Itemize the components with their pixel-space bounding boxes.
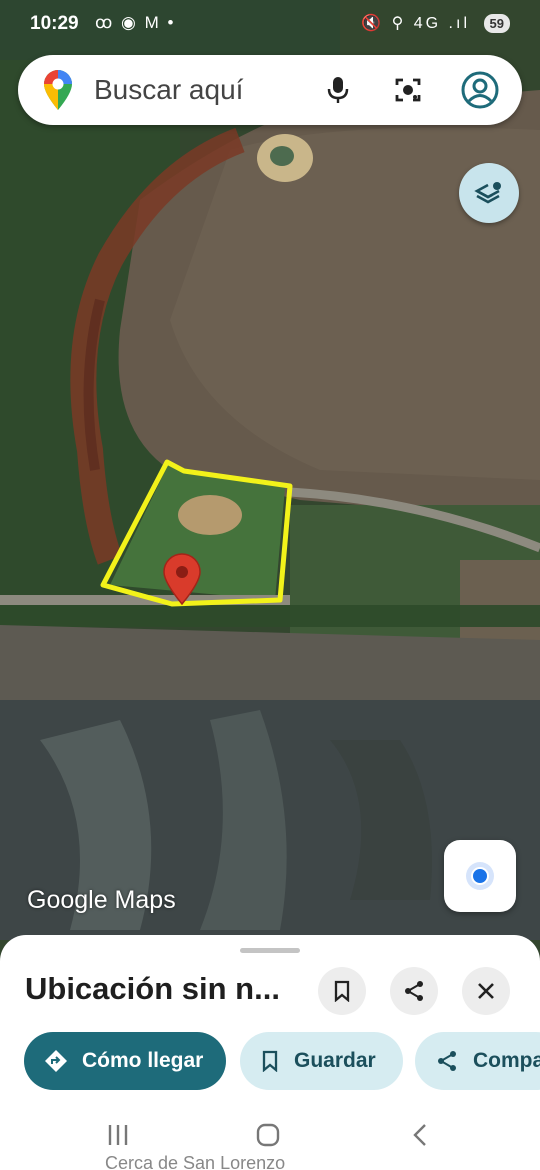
save-button[interactable]: Guardar: [240, 1032, 403, 1090]
save-place-button[interactable]: [318, 967, 366, 1015]
search-bar[interactable]: Buscar aquí: [18, 55, 522, 125]
share-place-button[interactable]: [390, 967, 438, 1015]
place-title: Ubicación sin n...: [25, 971, 280, 1006]
system-status-icons: 🔇 ⚲ 4G .ıl: [361, 15, 470, 32]
recent-apps-icon[interactable]: [88, 1117, 148, 1153]
close-icon: [478, 983, 494, 999]
bookmark-icon: [334, 980, 350, 1002]
directions-label: Cómo llegar: [82, 1049, 204, 1072]
save-label: Guardar: [294, 1049, 376, 1072]
directions-button[interactable]: Cómo llegar: [24, 1032, 226, 1090]
google-maps-pin-icon: [44, 70, 72, 110]
layers-button[interactable]: [459, 163, 519, 223]
sheet-drag-handle[interactable]: [240, 948, 300, 953]
notification-icons: ꝏ ◉ M •: [95, 13, 176, 32]
google-maps-watermark: Google Maps: [27, 886, 176, 914]
close-sheet-button[interactable]: [462, 967, 510, 1015]
bookmark-icon: [260, 1050, 280, 1072]
account-icon[interactable]: [458, 68, 502, 112]
share-button[interactable]: Compa: [415, 1032, 540, 1090]
battery-level: 59: [483, 14, 510, 33]
directions-icon: [44, 1049, 68, 1073]
home-icon[interactable]: [238, 1117, 298, 1153]
my-location-button[interactable]: [444, 840, 516, 912]
status-bar: 10:29 ꝏ ◉ M • 🔇 ⚲ 4G .ıl 59: [0, 0, 540, 50]
share-label: Compa: [473, 1049, 540, 1072]
camera-lens-icon[interactable]: [386, 68, 430, 112]
layers-icon: [474, 182, 501, 204]
share-icon: [405, 981, 423, 1001]
back-icon[interactable]: [390, 1117, 450, 1153]
share-icon: [435, 1049, 459, 1073]
search-input[interactable]: Buscar aquí: [94, 74, 243, 106]
status-time: 10:29: [30, 13, 79, 34]
system-navigation-bar: [0, 1105, 540, 1170]
my-location-icon: [466, 862, 494, 890]
microphone-icon[interactable]: [316, 68, 360, 112]
